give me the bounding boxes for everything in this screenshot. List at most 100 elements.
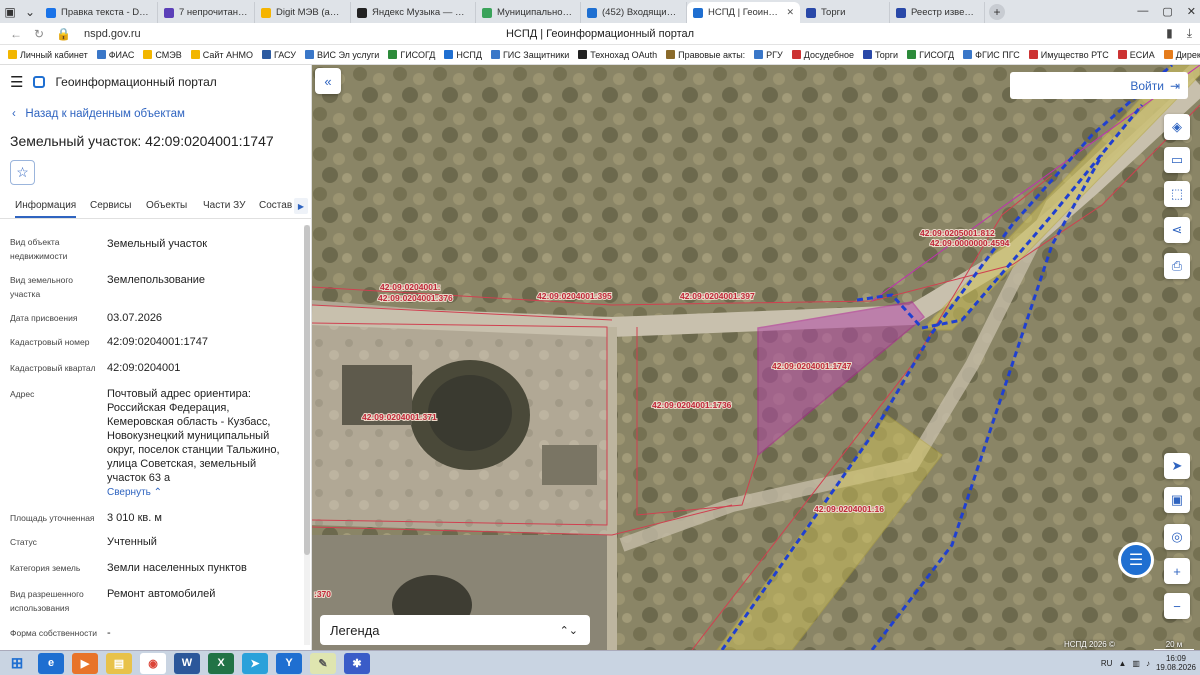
browser-tab[interactable]: Торги	[800, 2, 890, 23]
browser-tab[interactable]: (452) Входящие - Поч	[581, 2, 687, 23]
notes-icon[interactable]: ✎	[310, 652, 336, 674]
bookmark-item[interactable]: СМЭВ	[143, 50, 182, 60]
bookmark-item[interactable]: Технохад OAuth	[578, 50, 657, 60]
browser-tab[interactable]: Муниципальное обра	[476, 2, 581, 23]
network-icon[interactable]: ▥	[1132, 659, 1140, 668]
collapse-panel-button[interactable]: «	[315, 68, 341, 94]
browser-tab[interactable]: Правка текста - Deep	[40, 2, 158, 23]
refresh-icon[interactable]: ↻	[34, 27, 44, 41]
collapse-address-link[interactable]: Свернуть ⌃	[107, 486, 297, 500]
bookmark-icon[interactable]: ▮	[1166, 26, 1173, 41]
login-button[interactable]: Войти ⇥	[1010, 72, 1188, 99]
download-icon[interactable]: ⤓	[1187, 26, 1192, 41]
zoom-in-button[interactable]: +	[1164, 558, 1190, 584]
browser-tab[interactable]: Digit МЭВ (адрес тех	[255, 2, 351, 23]
bookmark-item[interactable]: ФГИС ПГС	[963, 50, 1020, 60]
bookmark-label: ГАСУ	[273, 49, 296, 60]
map-view[interactable]: 42:09:0204001: 42:09:0204001:376 42:09:0…	[312, 65, 1200, 650]
bookmark-favicon-icon	[754, 50, 764, 59]
bookmark-item[interactable]: ВИС Эл услуги	[304, 50, 379, 60]
back-to-results-link[interactable]: ‹ Назад к найденным объектам	[12, 108, 185, 120]
menu-icon[interactable]: ☰	[10, 73, 23, 91]
tray-arrow-icon[interactable]: ▲	[1118, 659, 1126, 668]
geolocation-icon[interactable]: ◎	[1164, 524, 1190, 550]
select-area-icon[interactable]: ⬚	[1164, 181, 1190, 207]
bookmark-item[interactable]: Директум РХ	[1163, 50, 1200, 60]
yandex-browser-icon[interactable]: Y	[276, 652, 302, 674]
maximize-icon[interactable]: ▢	[1162, 5, 1172, 18]
bookmark-item[interactable]: РГУ	[754, 50, 783, 60]
bookmark-item[interactable]: ГИСОГД	[907, 50, 954, 60]
keyboard-language[interactable]: RU	[1101, 659, 1113, 668]
browser-tab[interactable]: Яндекс Музыка — соб	[351, 2, 476, 23]
bookmark-item[interactable]: ЕСИА	[1117, 50, 1155, 60]
browser-tab[interactable]: НСПД | Геоинформа ✕	[687, 2, 800, 23]
close-window-icon[interactable]: ✕	[1187, 5, 1196, 18]
url-field[interactable]: nspd.gov.ru	[84, 28, 141, 40]
parcel-label-4594[interactable]: 42:09:0000000:4594	[929, 237, 1011, 249]
chrome-icon[interactable]: ◉	[140, 652, 166, 674]
parcel-label-376[interactable]: 42:09:0204001:376	[377, 292, 454, 304]
minimap-icon[interactable]: ▣	[1164, 487, 1190, 513]
tabs-next-chevron-icon[interactable]: ▶	[294, 198, 308, 214]
bookmark-favicon-icon	[388, 50, 398, 59]
telegram-icon[interactable]: ➤	[242, 652, 268, 674]
browser-tab[interactable]: Реестр извещений	[890, 2, 985, 23]
locate-icon[interactable]: ➤	[1164, 453, 1190, 479]
minimize-icon[interactable]: —	[1137, 5, 1148, 18]
clock[interactable]: 16:09 19.08.2026	[1156, 654, 1196, 672]
ruler-icon[interactable]: ▭	[1164, 147, 1190, 173]
bookmark-favicon-icon	[666, 50, 676, 59]
favorite-star-button[interactable]: ☆	[10, 160, 35, 185]
word-icon[interactable]: W	[174, 652, 200, 674]
bookmark-item[interactable]: Досудебное	[791, 50, 854, 60]
share-icon[interactable]: ⋖	[1164, 217, 1190, 243]
bookmark-item[interactable]: Правовые акты:	[666, 50, 745, 60]
collapse-label: Свернуть	[107, 487, 151, 498]
parcel-label-395[interactable]: 42:09:0204001:395	[536, 290, 613, 302]
bookmark-item[interactable]: ФИАС	[96, 50, 134, 60]
print-icon[interactable]: ⎙	[1164, 253, 1190, 279]
bookmark-item[interactable]: Торги	[862, 50, 898, 60]
layers-icon[interactable]: ◈	[1164, 114, 1190, 140]
excel-icon[interactable]: X	[208, 652, 234, 674]
legend-dropdown[interactable]: Легенда ⌃⌄	[320, 615, 590, 645]
browser-tab[interactable]: 7 непрочитанных чат	[158, 2, 255, 23]
bookmark-item[interactable]: ГИСОГД	[388, 50, 435, 60]
bookmark-item[interactable]: Сайт АНМО	[190, 50, 253, 60]
app-icon[interactable]: ✱	[344, 652, 370, 674]
parcel-label-a[interactable]: 42:09:0204001:	[379, 281, 442, 293]
start-button[interactable]: ⊞	[4, 653, 30, 674]
bookmark-item[interactable]: Личный кабинет	[8, 50, 88, 60]
back-arrow-icon[interactable]: ←	[10, 27, 22, 41]
parcel-label-370[interactable]: :370	[313, 588, 332, 600]
parcel-label-397[interactable]: 42:09:0204001:397	[679, 290, 756, 302]
parcel-label-1747[interactable]: 42:09:0204001:1747	[771, 360, 853, 372]
tab-objects[interactable]: Объекты	[146, 200, 187, 211]
map-canvas[interactable]: 42:09:0204001: 42:09:0204001:376 42:09:0…	[312, 65, 1200, 650]
zoom-out-button[interactable]: −	[1164, 593, 1190, 619]
tab-composition[interactable]: Состав	[259, 200, 292, 211]
login-icon: ⇥	[1169, 78, 1180, 93]
close-tab-icon[interactable]: ✕	[786, 7, 794, 18]
explorer-icon[interactable]: ▤	[106, 652, 132, 674]
chat-icon[interactable]: ☰	[1118, 542, 1154, 578]
bookmark-item[interactable]: Имущество РТС	[1028, 50, 1109, 60]
tab-info[interactable]: Информация	[15, 200, 77, 218]
parcel-label-812[interactable]: 42:09:0205001:812	[919, 227, 996, 239]
media-player-icon[interactable]: ▶	[72, 652, 98, 674]
tab-services[interactable]: Сервисы	[90, 200, 131, 211]
new-tab-button[interactable]: +	[989, 3, 1005, 20]
tab-parts[interactable]: Части ЗУ	[203, 200, 245, 211]
volume-icon[interactable]: ♪	[1146, 659, 1150, 668]
panel-scrollbar[interactable]	[304, 225, 310, 645]
ie-icon[interactable]: e	[38, 652, 64, 674]
parcel-label-371[interactable]: 42:09:0204001:371	[361, 411, 438, 423]
browser-menu-icon[interactable]: ▣	[0, 3, 20, 21]
tab-list-chevron-icon[interactable]: ⌄	[20, 3, 40, 21]
parcel-label-1736[interactable]: 42:09:0204001:1736	[651, 399, 733, 411]
parcel-label-16[interactable]: 42:09:0204001:16	[813, 503, 885, 515]
bookmark-item[interactable]: ГИС Защитники	[490, 50, 569, 60]
bookmark-item[interactable]: ГАСУ	[261, 49, 296, 60]
bookmark-item[interactable]: НСПД	[444, 50, 482, 60]
